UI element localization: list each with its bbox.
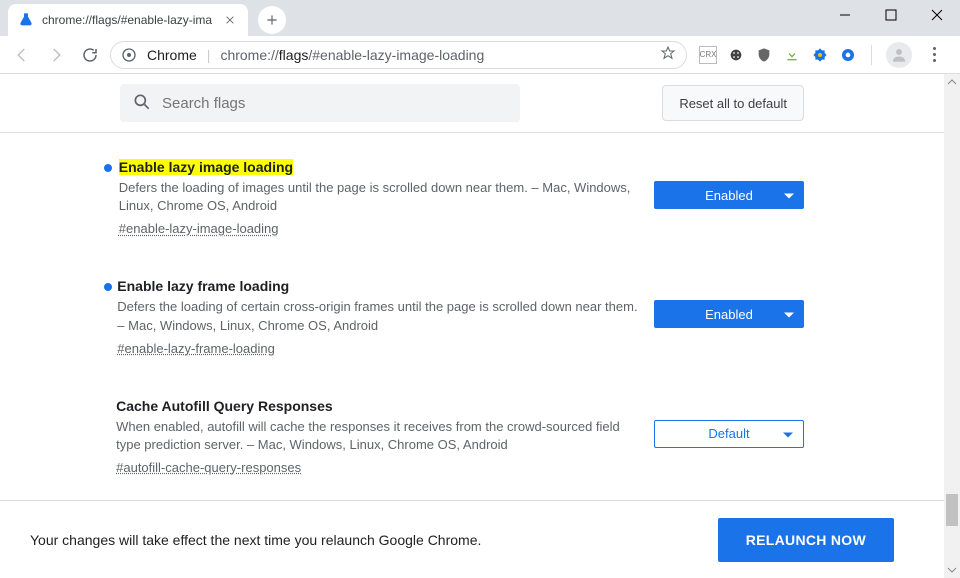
flag-title: Enable lazy image loading [119,159,293,175]
reset-all-button[interactable]: Reset all to default [662,85,804,121]
browser-tab[interactable]: chrome://flags/#enable-lazy-ima [8,4,248,36]
flags-header: Reset all to default [0,74,944,133]
flag-title: Cache Autofill Query Responses [116,398,333,414]
extension-crx-icon[interactable]: CRX [699,46,717,64]
reload-button[interactable] [76,41,104,69]
flag-description: When enabled, autofill will cache the re… [116,418,638,454]
bookmark-star-icon[interactable] [660,45,676,64]
address-bar[interactable]: Chrome | chrome://flags/#enable-lazy-ima… [110,41,687,69]
relaunch-message: Your changes will take effect the next t… [30,532,481,548]
flask-icon [18,12,34,28]
scrollbar-thumb[interactable] [946,494,958,526]
browser-toolbar: Chrome | chrome://flags/#enable-lazy-ima… [0,36,960,74]
url-scheme-label: Chrome [147,47,197,63]
search-flags-input[interactable] [162,95,508,112]
flag-select-value: Enabled [705,188,753,203]
page-viewport: Reset all to default Enable lazy image l… [0,74,960,578]
flag-select-value: Default [708,426,749,441]
flag-anchor-link[interactable]: #enable-lazy-frame-loading [117,341,275,356]
flag-title: Enable lazy frame loading [117,278,289,294]
tab-title: chrome://flags/#enable-lazy-ima [42,13,212,27]
window-controls [822,0,960,36]
back-button[interactable] [8,41,36,69]
minimize-button[interactable] [822,0,868,30]
modified-dot-icon [104,164,112,172]
extension-badge-icon[interactable] [811,46,829,64]
new-tab-button[interactable] [258,6,286,34]
relaunch-footer: Your changes will take effect the next t… [0,500,944,578]
flag-description: Defers the loading of images until the p… [119,179,638,215]
profile-avatar[interactable] [886,42,912,68]
flag-item: Enable lazy frame loading Defers the loa… [104,278,804,355]
url-separator: | [207,47,211,63]
flag-select[interactable]: Default [654,420,804,448]
flag-anchor-link[interactable]: #enable-lazy-image-loading [119,221,279,236]
flag-description: Defers the loading of certain cross-orig… [117,298,638,334]
flags-page: Reset all to default Enable lazy image l… [0,74,960,578]
flag-anchor-link[interactable]: #autofill-cache-query-responses [116,460,301,475]
flags-list: Enable lazy image loading Defers the loa… [0,133,944,475]
close-window-button[interactable] [914,0,960,30]
scroll-down-icon[interactable] [944,562,960,578]
tabstrip: chrome://flags/#enable-lazy-ima [0,0,960,36]
extension-icons: CRX [693,42,952,68]
flag-select-value: Enabled [705,307,753,322]
toolbar-divider [871,45,872,65]
close-tab-icon[interactable] [222,12,238,28]
forward-button[interactable] [42,41,70,69]
extension-download-icon[interactable] [783,46,801,64]
search-flags-wrap[interactable] [120,84,520,122]
extension-gear-icon[interactable] [839,46,857,64]
chrome-menu-button[interactable] [922,47,946,62]
maximize-button[interactable] [868,0,914,30]
modified-dot-icon [104,283,112,291]
flag-item: Cache Autofill Query Responses When enab… [104,398,804,475]
extension-shield-icon[interactable] [755,46,773,64]
site-info-icon[interactable] [121,47,137,63]
flag-item: Enable lazy image loading Defers the loa… [104,159,804,236]
flag-select[interactable]: Enabled [654,300,804,328]
scrollbar[interactable] [944,74,960,578]
extension-dice-icon[interactable] [727,46,745,64]
search-icon [132,92,152,115]
flag-select[interactable]: Enabled [654,181,804,209]
scroll-up-icon[interactable] [944,74,960,90]
relaunch-now-button[interactable]: RELAUNCH NOW [718,518,894,562]
url-text: chrome://flags/#enable-lazy-image-loadin… [220,47,484,63]
